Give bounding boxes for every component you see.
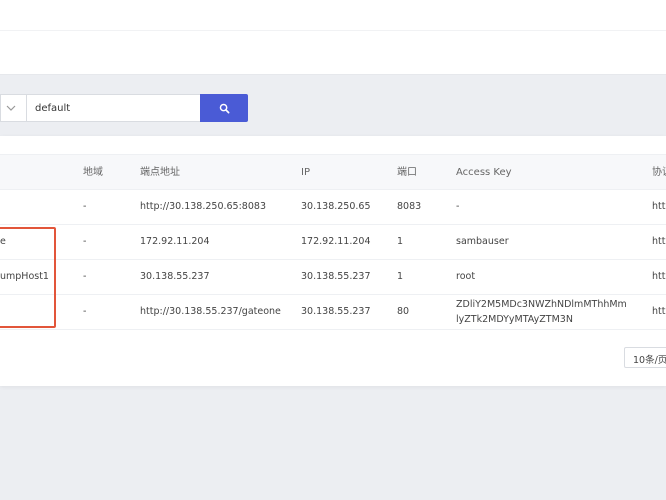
cell-protocol: http: [652, 306, 666, 317]
cell-region: -: [83, 306, 87, 317]
search-button[interactable]: [200, 94, 248, 122]
column-header-protocol: 协议: [652, 167, 666, 178]
column-header-access-key: Access Key: [456, 167, 512, 178]
cell-endpoint: 172.92.11.204: [140, 236, 210, 247]
access-key-line-1: ZDliY2M5MDc3NWZhNDlmMThhMm: [456, 299, 627, 310]
cell-protocol: http: [652, 271, 666, 282]
cell-region: -: [83, 236, 87, 247]
cell-port: 1: [397, 236, 404, 247]
region-select[interactable]: [0, 94, 26, 122]
table-row[interactable]: e - 172.92.11.204 172.92.11.204 1 sambau…: [0, 225, 666, 260]
cell-port: 8083: [397, 201, 422, 212]
cell-port: 1: [397, 271, 404, 282]
highlight-box: [0, 227, 56, 328]
cell-access-key: root: [456, 271, 476, 282]
cell-protocol: http: [652, 236, 666, 247]
cell-access-key: ZDliY2M5MDc3NWZhNDlmMThhMm lyZTk2MDYyMTAy…: [456, 297, 627, 327]
cell-ip: 30.138.55.237: [301, 271, 371, 282]
cell-endpoint: http://30.138.55.237/gateone: [140, 306, 281, 317]
chevron-down-icon: [6, 105, 16, 111]
column-header-region: 地域: [83, 167, 103, 178]
cell-access-key: -: [456, 201, 460, 212]
page-size-select[interactable]: 10条/页: [624, 347, 666, 368]
table-row[interactable]: - http://30.138.250.65:8083 30.138.250.6…: [0, 190, 666, 225]
cell-port: 80: [397, 306, 410, 317]
cell-region: -: [83, 271, 87, 282]
cell-protocol: http: [652, 201, 666, 212]
table-row[interactable]: - http://30.138.55.237/gateone 30.138.55…: [0, 295, 666, 330]
column-header-endpoint: 端点地址: [140, 167, 180, 178]
access-key-line-2: lyZTk2MDYyMTAyZTM3N: [456, 314, 573, 325]
table-row[interactable]: umpHost1 - 30.138.55.237 30.138.55.237 1…: [0, 260, 666, 295]
cell-endpoint: 30.138.55.237: [140, 271, 210, 282]
table-header: 地域 端点地址 IP 端口 Access Key 协议: [0, 154, 666, 190]
cell-endpoint: http://30.138.250.65:8083: [140, 201, 266, 212]
top-bar: [0, 0, 666, 75]
filter-bar: [0, 94, 260, 124]
endpoint-table-card: 地域 端点地址 IP 端口 Access Key 协议 - http://30.…: [0, 136, 666, 386]
cell-access-key: sambauser: [456, 236, 509, 247]
search-icon: [219, 103, 229, 113]
column-header-port: 端口: [397, 167, 417, 178]
column-header-ip: IP: [301, 167, 310, 178]
cell-ip: 30.138.55.237: [301, 306, 371, 317]
cell-region: -: [83, 201, 87, 212]
cell-ip: 30.138.250.65: [301, 201, 371, 212]
search-input[interactable]: [26, 94, 201, 122]
top-bar-divider: [0, 30, 666, 31]
cell-ip: 172.92.11.204: [301, 236, 371, 247]
